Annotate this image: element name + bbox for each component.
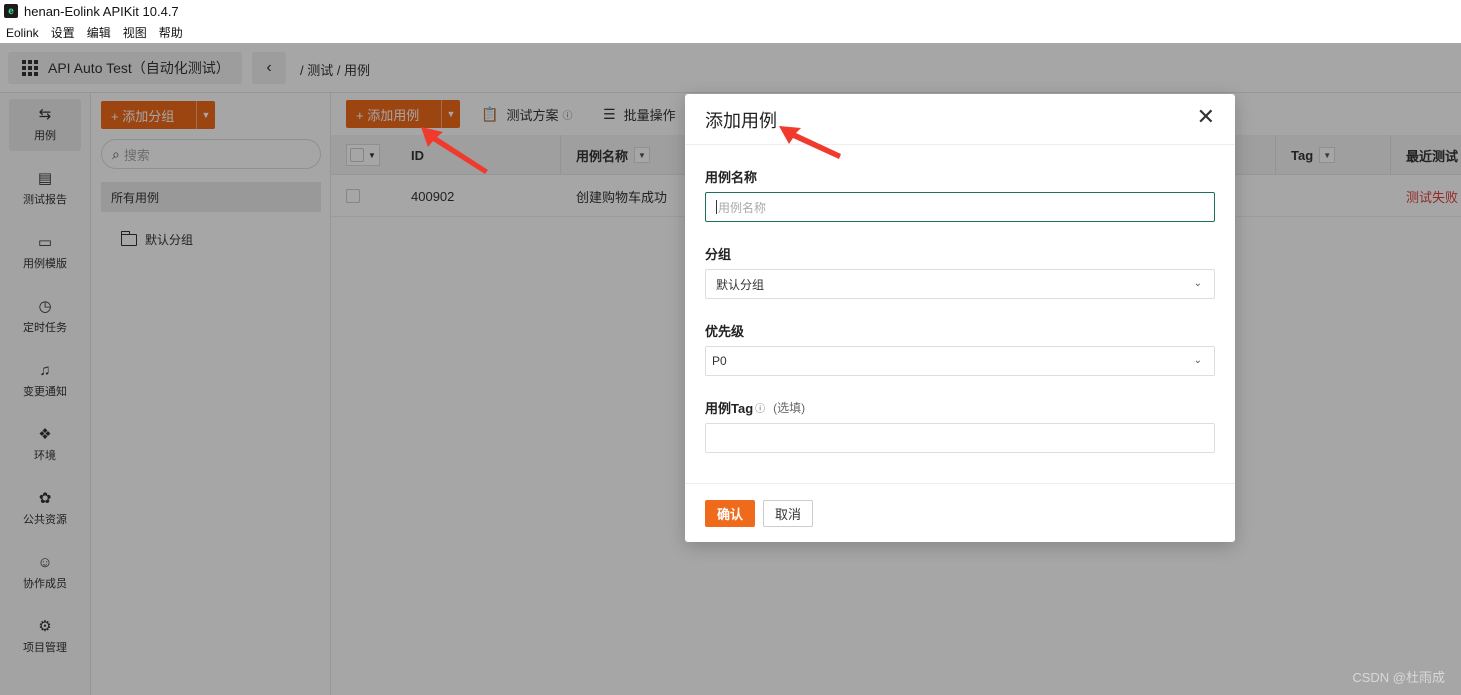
case-tag-label-text: 用例Tag — [705, 401, 754, 416]
chevron-down-icon: ⌄ — [1193, 355, 1202, 366]
window-titlebar: e henan-Eolink APIKit 10.4.7 — [0, 0, 1461, 22]
close-icon[interactable]: ✕ — [1197, 105, 1215, 129]
dialog-header: 添加用例 ✕ — [685, 94, 1235, 145]
confirm-button[interactable]: 确认 — [705, 500, 755, 527]
add-case-dialog: 添加用例 ✕ 用例名称 用例名称 分组 默认分组 ⌄ 优先级 P0 ⌄ 用例Ta… — [685, 94, 1235, 542]
case-name-input[interactable]: 用例名称 — [705, 192, 1215, 222]
menu-edit[interactable]: 编辑 — [87, 24, 111, 41]
menu-settings[interactable]: 设置 — [51, 24, 75, 41]
case-tag-input[interactable] — [705, 423, 1215, 453]
group-select[interactable]: 默认分组 ⌄ — [705, 269, 1215, 299]
priority-select[interactable]: P0 ⌄ — [705, 346, 1215, 376]
group-select-value: 默认分组 — [716, 277, 765, 292]
watermark: CSDN @杜雨成 — [1352, 670, 1445, 685]
info-icon[interactable]: ⓘ — [755, 400, 765, 415]
case-tag-label: 用例Tag ⓘ (选填) — [705, 398, 805, 417]
case-name-placeholder: 用例名称 — [718, 200, 767, 215]
cancel-button[interactable]: 取消 — [763, 500, 813, 527]
menu-eolink[interactable]: Eolink — [6, 26, 39, 40]
menu-bar: Eolink 设置 编辑 视图 帮助 — [0, 22, 1461, 43]
case-name-label: 用例名称 — [705, 170, 758, 185]
optional-hint: (选填) — [773, 401, 806, 415]
menu-view[interactable]: 视图 — [123, 24, 147, 41]
dialog-footer: 确认 取消 — [685, 483, 1235, 542]
chevron-down-icon: ⌄ — [1193, 278, 1202, 289]
menu-help[interactable]: 帮助 — [159, 24, 183, 41]
priority-select-value: P0 — [712, 354, 727, 368]
window-title: henan-Eolink APIKit 10.4.7 — [24, 3, 179, 19]
group-label: 分组 — [705, 247, 732, 262]
dialog-title: 添加用例 — [705, 111, 777, 131]
priority-label: 优先级 — [705, 324, 745, 339]
text-cursor — [716, 200, 717, 214]
app-logo-icon: e — [4, 4, 18, 18]
